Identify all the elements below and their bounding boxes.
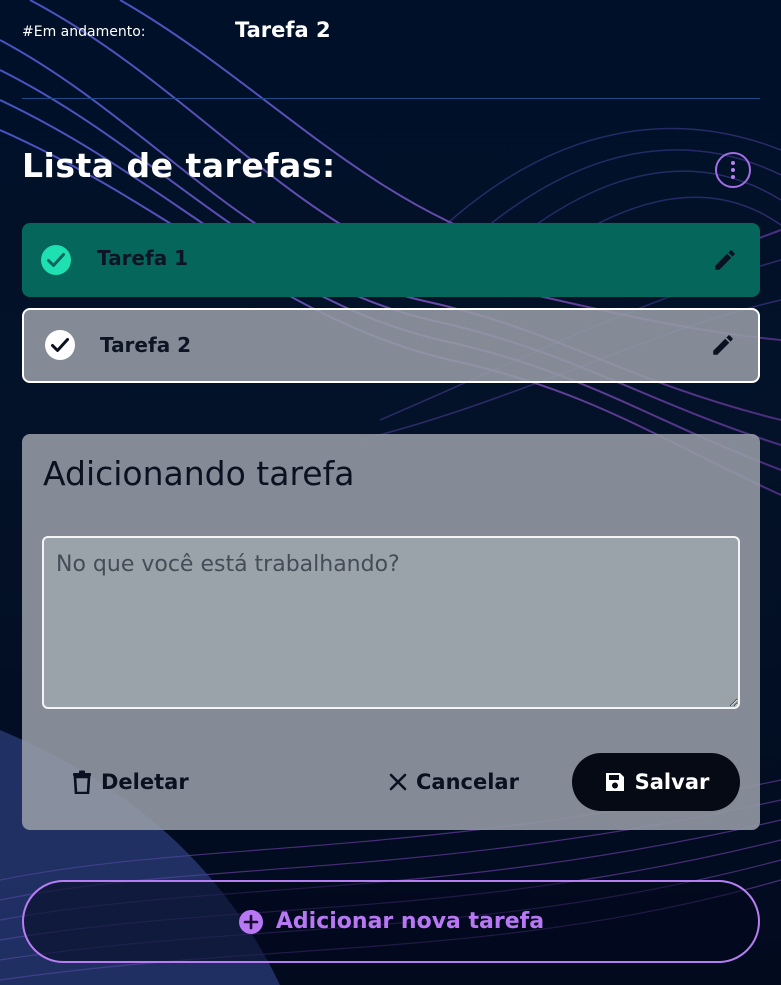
- save-label: Salvar: [634, 770, 710, 794]
- task-label: Tarefa 1: [97, 246, 189, 270]
- task-list-title: Lista de tarefas:: [22, 146, 336, 185]
- plus-circle-icon: [238, 909, 263, 934]
- more-vertical-icon: [731, 161, 735, 165]
- more-vertical-icon-dot: [731, 168, 735, 172]
- header-divider: [22, 98, 760, 99]
- cancel-label: Cancelar: [416, 770, 519, 794]
- check-circle-icon[interactable]: [40, 244, 72, 276]
- check-circle-icon[interactable]: [44, 329, 76, 361]
- pencil-icon[interactable]: [712, 247, 738, 273]
- task-description-input[interactable]: [42, 536, 740, 709]
- delete-label: Deletar: [101, 770, 189, 794]
- add-new-task-button[interactable]: Adicionar nova tarefa: [22, 880, 760, 963]
- trash-icon: [73, 770, 91, 794]
- close-icon: [389, 773, 407, 791]
- task-item-1[interactable]: Tarefa 1: [22, 223, 760, 297]
- current-task-title: Tarefa 2: [235, 18, 331, 42]
- save-button[interactable]: Salvar: [572, 753, 740, 811]
- add-task-form: Adicionando tarefa Deletar Cancelar Salv…: [22, 434, 760, 830]
- pencil-icon[interactable]: [710, 332, 736, 358]
- more-options-button[interactable]: [715, 152, 751, 188]
- task-item-2[interactable]: Tarefa 2: [22, 308, 760, 383]
- cancel-button[interactable]: Cancelar: [388, 753, 519, 811]
- more-vertical-icon-dot: [731, 175, 735, 179]
- delete-button[interactable]: Deletar: [71, 753, 189, 811]
- status-label: #Em andamento:: [22, 24, 146, 40]
- task-label: Tarefa 2: [100, 333, 192, 357]
- status-row: #Em andamento: Tarefa 2: [22, 18, 762, 46]
- add-new-task-label: Adicionar nova tarefa: [275, 909, 545, 934]
- app-page: #Em andamento: Tarefa 2 Lista de tarefas…: [0, 0, 781, 985]
- save-icon: [605, 773, 624, 791]
- form-title: Adicionando tarefa: [43, 454, 355, 493]
